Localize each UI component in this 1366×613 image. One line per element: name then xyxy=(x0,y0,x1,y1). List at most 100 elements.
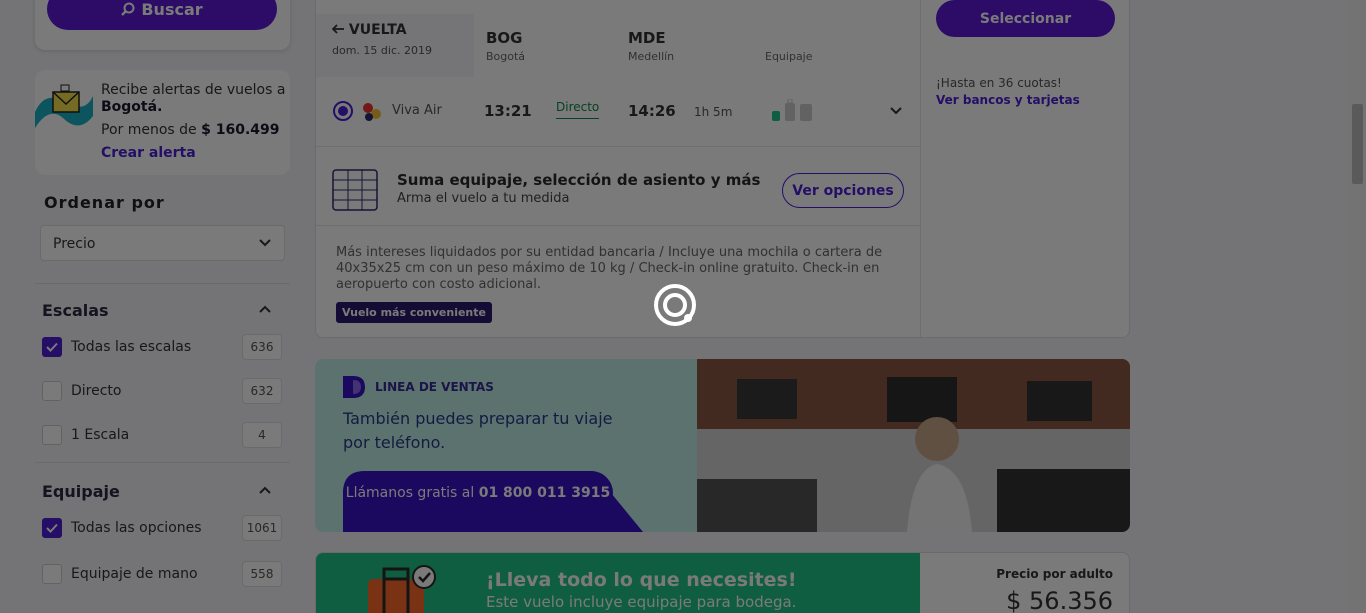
checkbox[interactable] xyxy=(42,381,62,401)
filters-sidebar: Buscar Recibe alertas de vuelos a Bogotá… xyxy=(0,0,300,613)
price-alert-card: Recibe alertas de vuelos a Bogotá. Por m… xyxy=(35,70,290,175)
brand-logo-icon xyxy=(343,376,365,398)
backpack-icon xyxy=(772,111,780,121)
alert-city: Bogotá. xyxy=(101,99,163,115)
call-center-photo xyxy=(697,359,1130,532)
sales-content: LINEA DE VENTAS También puedes preparar … xyxy=(315,359,697,532)
baggage-icons xyxy=(771,99,813,121)
filter-count: 632 xyxy=(242,378,282,404)
seat-map-icon xyxy=(332,169,378,211)
sort-label: Ordenar por xyxy=(44,193,165,212)
search-card: Buscar xyxy=(35,0,290,50)
checkbox[interactable] xyxy=(42,425,62,445)
alert-line1: Recibe alertas de vuelos a xyxy=(101,82,286,98)
checkbox-checked[interactable] xyxy=(42,337,62,357)
call-button[interactable]: Llámanos gratis al 01 800 011 3915 xyxy=(343,471,613,515)
luggage-title: ¡Lleva todo lo que necesites! xyxy=(486,569,797,591)
arrive-time: 14:26 xyxy=(628,102,676,120)
filter-hand-baggage[interactable]: Equipaje de mano 558 xyxy=(42,561,282,587)
page-scrollbar[interactable] xyxy=(1349,0,1366,613)
call-center-illustration xyxy=(697,359,1130,532)
chevron-up-icon[interactable] xyxy=(257,483,273,497)
flight-result-card: VUELTA dom. 15 dic. 2019 BOG Bogotá MDE … xyxy=(315,0,1130,338)
view-options-button[interactable]: Ver opciones xyxy=(782,173,904,208)
leg-date: dom. 15 dic. 2019 xyxy=(332,44,432,57)
filter-all-baggage[interactable]: Todas las opciones 1061 xyxy=(42,515,282,541)
sort-selected: Precio xyxy=(53,236,96,252)
alert-price-prefix: Por menos de xyxy=(101,122,197,138)
price-panel: Seleccionar ¡Hasta en 36 cuotas! Ver ban… xyxy=(920,0,1130,337)
filter-count: 1061 xyxy=(242,515,282,541)
baggage-header: Equipaje xyxy=(765,50,813,63)
filter-label: Equipaje de mano xyxy=(71,566,198,582)
origin-code: BOG xyxy=(486,29,523,47)
price-label: Precio por adulto xyxy=(996,567,1113,581)
baggage-title: Equipaje xyxy=(42,482,120,501)
upsell-section: Suma equipaje, selección de asiento y má… xyxy=(316,146,920,226)
suitcase-check-icon xyxy=(368,565,436,613)
filter-label: Directo xyxy=(71,383,122,399)
installments-text: ¡Hasta en 36 cuotas! xyxy=(936,76,1062,90)
loading-spinner-icon xyxy=(654,284,696,326)
fare-notes: Más intereses liquidados por su entidad … xyxy=(336,245,883,292)
depart-time: 13:21 xyxy=(484,102,532,120)
call-prefix: Llámanos gratis al xyxy=(345,485,475,501)
banks-link[interactable]: Ver bancos y tarjetas xyxy=(936,93,1080,107)
divider xyxy=(35,462,290,463)
dest-city: Medellín xyxy=(628,50,675,63)
convenient-badge: Vuelo más conveniente xyxy=(336,302,492,323)
sort-select[interactable]: Precio xyxy=(40,225,285,261)
luggage-promo-card: ¡Lleva todo lo que necesites! Este vuelo… xyxy=(315,552,1130,613)
filter-label: Todas las escalas xyxy=(71,339,192,355)
alert-text: Recibe alertas de vuelos a Bogotá. Por m… xyxy=(101,82,285,139)
filter-all-stops[interactable]: Todas las escalas 636 xyxy=(42,334,282,360)
alert-price: $ 160.499 xyxy=(201,122,280,138)
leg-title-text: VUELTA xyxy=(348,22,407,38)
chevron-up-icon[interactable] xyxy=(257,302,273,316)
alert-price-line: Por menos de $ 160.499 xyxy=(101,122,285,139)
filter-label: Todas las opciones xyxy=(71,520,202,536)
check-icon xyxy=(46,342,58,352)
filter-count: 4 xyxy=(242,422,282,448)
luggage-subtitle: Este vuelo incluye equipaje para bodega. xyxy=(486,593,797,611)
check-icon xyxy=(46,523,58,533)
plane-return-icon xyxy=(331,24,344,34)
origin-city: Bogotá xyxy=(486,50,526,63)
upsell-subtitle: Arma el vuelo a tu medida xyxy=(397,191,570,206)
filter-label: 1 Escala xyxy=(71,427,130,443)
airline-name: Viva Air xyxy=(392,103,442,118)
dest-code: MDE xyxy=(628,29,666,47)
luggage-promo: ¡Lleva todo lo que necesites! Este vuelo… xyxy=(316,553,920,613)
search-icon xyxy=(121,2,135,16)
filter-count: 558 xyxy=(242,561,282,587)
search-button[interactable]: Buscar xyxy=(47,0,277,30)
scrollbar-thumb[interactable] xyxy=(1352,104,1363,184)
checked-bag-icon xyxy=(800,104,812,121)
filter-one-stop[interactable]: 1 Escala 4 xyxy=(42,422,282,448)
chevron-down-icon xyxy=(259,239,271,247)
leg-header: VUELTA dom. 15 dic. 2019 xyxy=(316,14,474,77)
stop-type[interactable]: Directo xyxy=(556,100,600,119)
leg-title: VUELTA xyxy=(331,22,458,38)
airline-logo-icon xyxy=(363,103,381,121)
price-value: $ 56.356 xyxy=(1006,587,1113,613)
sales-text: También puedes preparar tu viaje por tel… xyxy=(343,409,613,452)
filter-direct[interactable]: Directo 632 xyxy=(42,378,282,404)
create-alert-link[interactable]: Crear alerta xyxy=(101,145,196,161)
flight-duration: 1h 5m xyxy=(694,105,733,119)
flight-radio[interactable] xyxy=(333,101,353,121)
select-button[interactable]: Seleccionar xyxy=(936,0,1115,37)
sales-line-banner: LINEA DE VENTAS También puedes preparar … xyxy=(315,359,1130,532)
divider xyxy=(35,283,290,284)
chevron-down-icon[interactable] xyxy=(889,103,903,117)
mail-alert-icon xyxy=(35,84,93,128)
sales-tag: LINEA DE VENTAS xyxy=(375,380,494,394)
checkbox[interactable] xyxy=(42,564,62,584)
search-button-label: Buscar xyxy=(141,0,203,19)
call-phone: 01 800 011 3915 xyxy=(478,485,611,501)
flight-details: VUELTA dom. 15 dic. 2019 BOG Bogotá MDE … xyxy=(316,0,920,337)
upsell-title: Suma equipaje, selección de asiento y má… xyxy=(397,171,761,189)
checkbox-checked[interactable] xyxy=(42,518,62,538)
filter-count: 636 xyxy=(242,334,282,360)
carry-on-icon xyxy=(785,99,795,121)
